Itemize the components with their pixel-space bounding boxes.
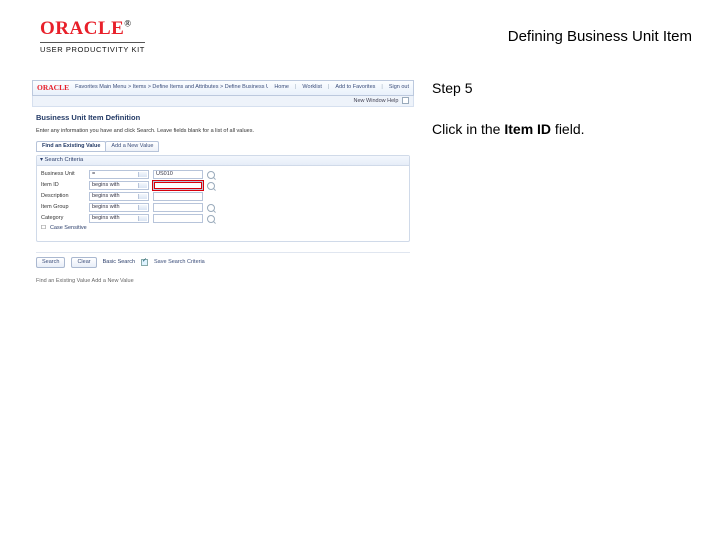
op-item-id[interactable]: begins with xyxy=(89,181,149,190)
app-body: Business Unit Item Definition Enter any … xyxy=(32,107,414,289)
label-case-sensitive: Case Sensitive xyxy=(50,225,87,232)
clear-button[interactable]: Clear xyxy=(71,257,96,268)
search-criteria-section: ▾ Search Criteria Business Unit = US010 … xyxy=(36,155,410,242)
search-tabs: Find an Existing Value Add a New Value xyxy=(36,141,410,152)
checkbox-case-sensitive[interactable]: ☐ xyxy=(41,225,46,232)
input-item-id[interactable] xyxy=(153,181,203,190)
lookup-icon[interactable] xyxy=(207,215,215,223)
step-label: Step 5 xyxy=(432,80,692,96)
row-item-id: Item ID begins with xyxy=(41,181,405,190)
save-criteria-label: Save Search Criteria xyxy=(154,259,205,266)
screenshot-column: ORACLE Favorites Main Menu > Items > Def… xyxy=(32,80,414,289)
op-description[interactable]: begins with xyxy=(89,192,149,201)
app-logo: ORACLE xyxy=(37,83,69,93)
content-row: ORACLE Favorites Main Menu > Items > Def… xyxy=(0,62,720,289)
input-business-unit[interactable]: US010 xyxy=(153,170,203,179)
oracle-word: ORACLE xyxy=(40,18,124,39)
app-screenshot: ORACLE Favorites Main Menu > Items > Def… xyxy=(32,80,414,289)
row-item-group: Item Group begins with xyxy=(41,203,405,212)
basic-search-link[interactable]: Basic Search xyxy=(103,259,135,266)
input-category[interactable] xyxy=(153,214,203,223)
tab-find-existing[interactable]: Find an Existing Value xyxy=(36,141,106,152)
subbar-links[interactable]: New Window Help xyxy=(354,98,399,104)
label-category: Category xyxy=(41,215,85,222)
page-header: ORACLE® USER PRODUCTIVITY KIT Defining B… xyxy=(0,0,720,62)
op-category[interactable]: begins with xyxy=(89,214,149,223)
search-button[interactable]: Search xyxy=(36,257,65,268)
instruction-target: Item ID xyxy=(504,121,551,137)
link-signout[interactable]: Sign out xyxy=(389,84,409,91)
instruction-post: field. xyxy=(551,121,584,137)
page-heading: Business Unit Item Definition xyxy=(36,113,410,123)
link-home[interactable]: Home xyxy=(274,84,289,91)
page-description: Enter any information you have and click… xyxy=(36,128,410,135)
lookup-icon[interactable] xyxy=(207,171,215,179)
input-item-group[interactable] xyxy=(153,203,203,212)
breadcrumb: Favorites Main Menu > Items > Define Ite… xyxy=(75,84,268,91)
row-category: Category begins with xyxy=(41,214,405,223)
input-description[interactable] xyxy=(153,192,203,201)
topbar-links: Home| Worklist| Add to Favorites| Sign o… xyxy=(274,84,409,91)
trademark-symbol: ® xyxy=(124,19,131,29)
row-business-unit: Business Unit = US010 xyxy=(41,170,405,179)
row-description: Description begins with xyxy=(41,192,405,201)
help-icon[interactable] xyxy=(402,97,409,104)
oracle-upk-logo: ORACLE® USER PRODUCTIVITY KIT xyxy=(40,18,145,54)
op-item-group[interactable]: begins with xyxy=(89,203,149,212)
label-description: Description xyxy=(41,193,85,200)
app-subbar: New Window Help xyxy=(32,96,414,107)
lookup-icon[interactable] xyxy=(207,204,215,212)
link-worklist[interactable]: Worklist xyxy=(302,84,321,91)
upk-subtitle: USER PRODUCTIVITY KIT xyxy=(40,42,145,54)
oracle-logo-text: ORACLE® xyxy=(40,18,145,40)
tab-add-new[interactable]: Add a New Value xyxy=(105,141,159,152)
section-header[interactable]: ▾ Search Criteria xyxy=(37,156,409,167)
step-instruction: Click in the Item ID field. xyxy=(432,120,692,140)
save-criteria-checkbox[interactable] xyxy=(141,259,148,266)
footer-links[interactable]: Find an Existing Value Add a New Value xyxy=(36,278,410,285)
instruction-pre: Click in the xyxy=(432,121,504,137)
label-item-group: Item Group xyxy=(41,204,85,211)
action-bar: Search Clear Basic Search Save Search Cr… xyxy=(36,252,410,268)
instruction-column: Step 5 Click in the Item ID field. xyxy=(432,80,692,289)
link-favorites[interactable]: Add to Favorites xyxy=(335,84,375,91)
label-business-unit: Business Unit xyxy=(41,171,85,178)
op-business-unit[interactable]: = xyxy=(89,170,149,179)
page-title: Defining Business Unit Item xyxy=(508,18,692,45)
lookup-icon[interactable] xyxy=(207,182,215,190)
label-item-id: Item ID xyxy=(41,182,85,189)
app-topbar: ORACLE Favorites Main Menu > Items > Def… xyxy=(32,80,414,96)
row-case-sensitive: ☐ Case Sensitive xyxy=(41,225,405,232)
